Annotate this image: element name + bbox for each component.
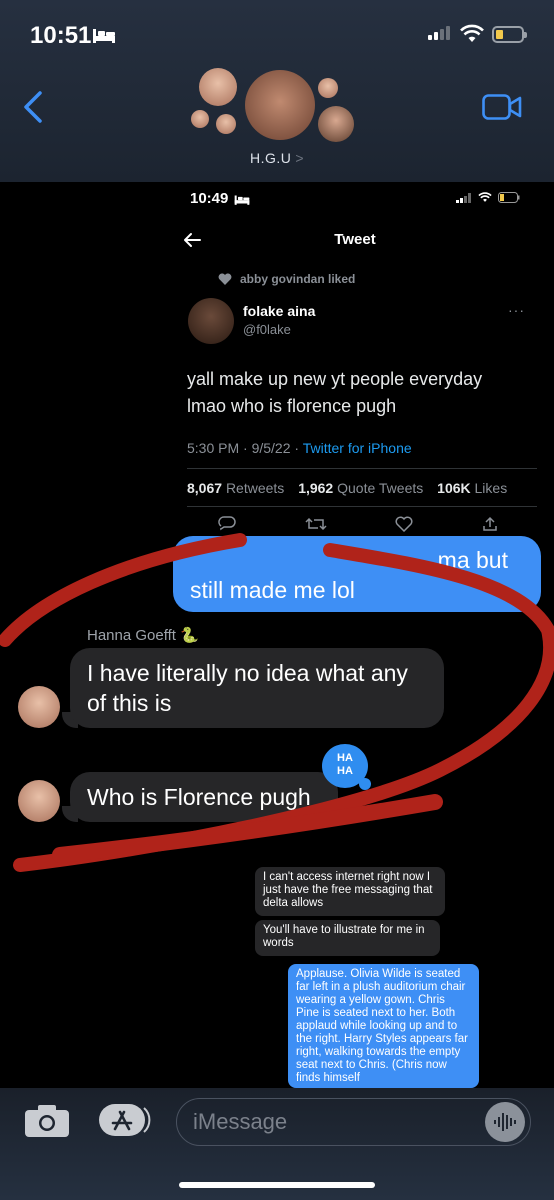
compose-bar: iMessage [0, 1088, 554, 1200]
retweet-count: 8,067 [187, 480, 223, 496]
back-chevron-icon[interactable] [22, 90, 44, 124]
divider [187, 468, 537, 469]
video-call-icon[interactable] [482, 94, 522, 120]
group-name-label: H.G.U [249, 150, 292, 166]
audio-message-button[interactable] [485, 1102, 525, 1142]
home-indicator[interactable] [179, 1182, 375, 1188]
quote-count: 1,962 [298, 480, 334, 496]
retweet-label: Retweets [225, 480, 285, 496]
group-name[interactable]: H.G.U > [0, 150, 554, 166]
embedded-status-time: 10:49 [190, 190, 229, 207]
more-options-icon: ··· [508, 302, 525, 318]
tweet-author-name: folake aina [243, 303, 316, 319]
quote-label: Quote Tweets [337, 480, 424, 496]
waveform-icon [494, 1113, 516, 1131]
status-time: 10:51 [30, 22, 92, 49]
tweet-author-handle: @f0lake [243, 322, 291, 337]
tweet-screenshot-image[interactable]: 10:49 Tweet abby govindan liked folake a… [170, 182, 554, 542]
divider [187, 506, 537, 507]
tweet-screen-title: Tweet [334, 231, 376, 248]
tweet-stats: 8,067 Retweets 1,962 Quote Tweets 106K L… [187, 480, 507, 496]
tweet-meta: 5:30 PM · 9/5/22 · Twitter for iPhone [187, 440, 412, 456]
message-input[interactable]: iMessage [176, 1098, 531, 1146]
liked-by-text: abby govindan liked [240, 272, 356, 286]
battery-icon [492, 26, 527, 43]
like-label: Likes [474, 480, 508, 496]
wifi-icon [460, 24, 484, 42]
group-main-avatar[interactable] [245, 70, 315, 140]
tweet-author-avatar [188, 298, 234, 344]
tweet-text-line: yall make up new yt people everyday [187, 369, 483, 389]
sleep-focus-icon [234, 195, 250, 205]
sleep-focus-icon [93, 29, 115, 43]
chevron-right-icon: > [295, 150, 305, 166]
member-avatar [318, 106, 354, 142]
red-marker-annotation [0, 533, 554, 872]
message-input-placeholder: iMessage [193, 1109, 288, 1134]
member-avatar [318, 78, 338, 98]
cellular-signal-icon [428, 26, 450, 40]
embedded-chat-message: You'll have to illustrate for me in word… [255, 920, 440, 956]
tweet-text-line: lmao who is florence pugh [187, 396, 397, 416]
like-count: 106K [437, 480, 471, 496]
embedded-status-icons [456, 192, 520, 203]
tweet-source: Twitter for iPhone [302, 440, 412, 456]
member-avatar [216, 114, 236, 134]
app-store-icon[interactable] [98, 1102, 152, 1138]
liked-by-line: abby govindan liked [218, 272, 355, 286]
tweet-timestamp: 5:30 PM · 9/5/22 · [187, 440, 303, 456]
camera-icon[interactable] [24, 1104, 70, 1138]
heart-icon [218, 273, 232, 285]
member-avatar [199, 68, 237, 106]
conversation-header: 10:51 H.G.U > [0, 0, 554, 182]
member-avatar [191, 110, 209, 128]
embedded-chat-message: Applause. Olivia Wilde is seated far lef… [288, 964, 479, 1088]
tweet-text: yall make up new yt people everyday lmao… [187, 366, 547, 420]
